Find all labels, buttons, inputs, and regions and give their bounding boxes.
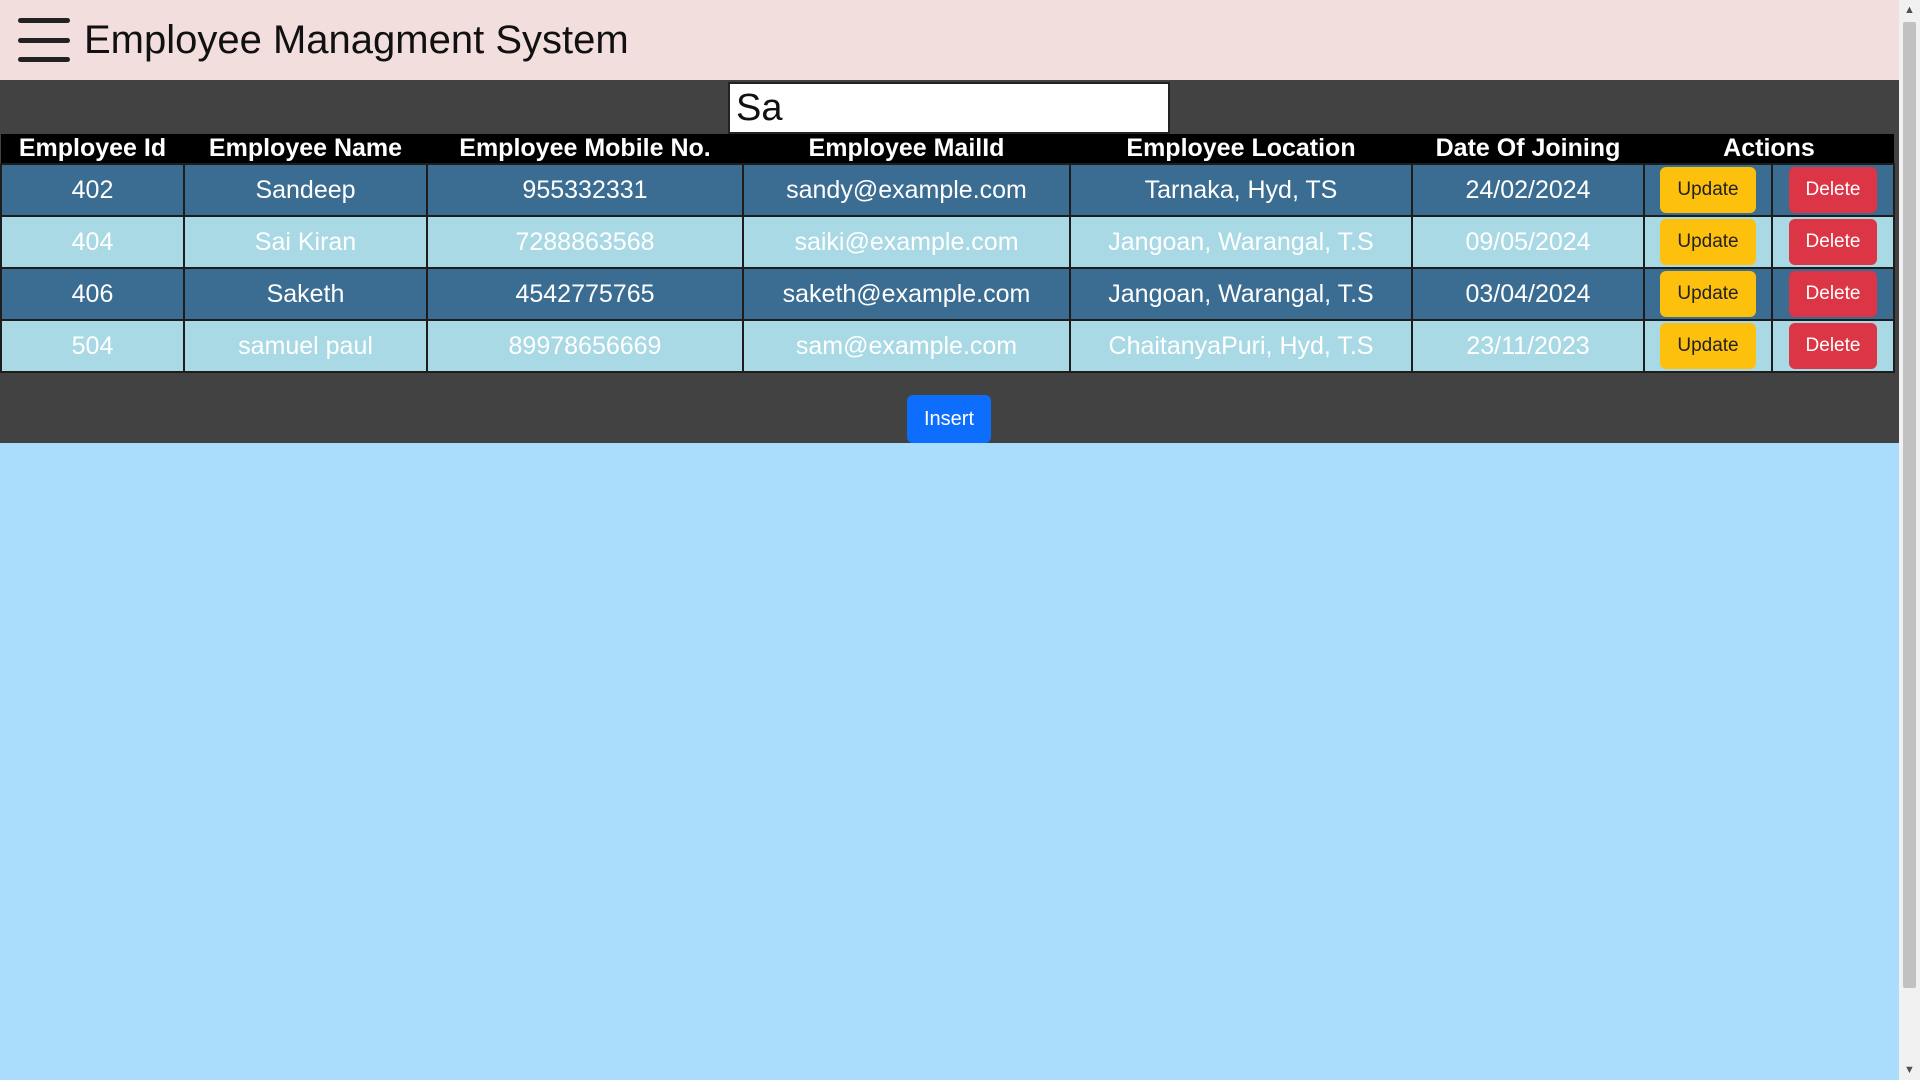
cell-location: ChaitanyaPuri, Hyd, T.S	[1069, 319, 1413, 373]
cell-name: Saketh	[183, 267, 428, 321]
column-header-id: Employee Id	[1, 134, 184, 164]
hamburger-line	[18, 57, 70, 62]
column-header-location: Employee Location	[1070, 134, 1412, 164]
column-header-mobile: Employee Mobile No.	[427, 134, 743, 164]
update-button[interactable]: Update	[1660, 323, 1756, 369]
cell-delete: Delete	[1771, 319, 1895, 373]
scroll-up-arrow-icon[interactable]: ▲	[1899, 0, 1920, 20]
update-button[interactable]: Update	[1660, 167, 1756, 213]
table-header-row: Employee Id Employee Name Employee Mobil…	[1, 134, 1894, 164]
cell-update: Update	[1643, 163, 1773, 217]
cell-location: Jangoan, Warangal, T.S	[1069, 215, 1413, 269]
update-button[interactable]: Update	[1660, 219, 1756, 265]
employee-table: Employee Id Employee Name Employee Mobil…	[0, 134, 1895, 373]
cell-name: Sai Kiran	[183, 215, 428, 269]
table-row: 406 Saketh 4542775765 saketh@example.com…	[0, 267, 1895, 321]
column-header-name: Employee Name	[184, 134, 427, 164]
cell-id: 402	[0, 163, 185, 217]
cell-location: Tarnaka, Hyd, TS	[1069, 163, 1413, 217]
search-input[interactable]	[728, 82, 1170, 134]
app-header: Employee Managment System	[0, 0, 1899, 80]
cell-mobile: 955332331	[426, 163, 744, 217]
cell-delete: Delete	[1771, 267, 1895, 321]
column-header-doj: Date Of Joining	[1412, 134, 1644, 164]
delete-button[interactable]: Delete	[1789, 271, 1877, 317]
cell-update: Update	[1643, 319, 1773, 373]
column-header-actions: Actions	[1644, 134, 1894, 164]
delete-button[interactable]: Delete	[1789, 323, 1877, 369]
cell-delete: Delete	[1771, 163, 1895, 217]
table-row: 504 samuel paul 89978656669 sam@example.…	[0, 319, 1895, 373]
column-header-email: Employee MailId	[743, 134, 1070, 164]
page-title: Employee Managment System	[84, 17, 629, 62]
cell-name: samuel paul	[183, 319, 428, 373]
cell-email: saketh@example.com	[742, 267, 1071, 321]
hamburger-line	[18, 37, 70, 43]
scroll-down-arrow-icon[interactable]: ▼	[1899, 1060, 1920, 1080]
cell-doj: 09/05/2024	[1411, 215, 1645, 269]
update-button[interactable]: Update	[1660, 271, 1756, 317]
employee-panel: Employee Id Employee Name Employee Mobil…	[0, 80, 1899, 443]
cell-email: sam@example.com	[742, 319, 1071, 373]
hamburger-menu-icon[interactable]	[18, 18, 70, 62]
cell-location: Jangoan, Warangal, T.S	[1069, 267, 1413, 321]
cell-id: 406	[0, 267, 185, 321]
cell-update: Update	[1643, 215, 1773, 269]
cell-id: 404	[0, 215, 185, 269]
cell-mobile: 89978656669	[426, 319, 744, 373]
cell-mobile: 7288863568	[426, 215, 744, 269]
table-row: 404 Sai Kiran 7288863568 saiki@example.c…	[0, 215, 1895, 269]
cell-id: 504	[0, 319, 185, 373]
vertical-scrollbar[interactable]: ▲ ▼	[1899, 0, 1920, 1080]
cell-doj: 23/11/2023	[1411, 319, 1645, 373]
delete-button[interactable]: Delete	[1789, 167, 1877, 213]
insert-button[interactable]: Insert	[907, 395, 991, 443]
scrollbar-thumb[interactable]	[1903, 22, 1916, 988]
table-row: 402 Sandeep 955332331 sandy@example.com …	[0, 163, 1895, 217]
cell-email: sandy@example.com	[742, 163, 1071, 217]
cell-email: saiki@example.com	[742, 215, 1071, 269]
cell-doj: 24/02/2024	[1411, 163, 1645, 217]
delete-button[interactable]: Delete	[1789, 219, 1877, 265]
cell-mobile: 4542775765	[426, 267, 744, 321]
cell-update: Update	[1643, 267, 1773, 321]
cell-doj: 03/04/2024	[1411, 267, 1645, 321]
hamburger-line	[18, 18, 70, 23]
cell-delete: Delete	[1771, 215, 1895, 269]
cell-name: Sandeep	[183, 163, 428, 217]
